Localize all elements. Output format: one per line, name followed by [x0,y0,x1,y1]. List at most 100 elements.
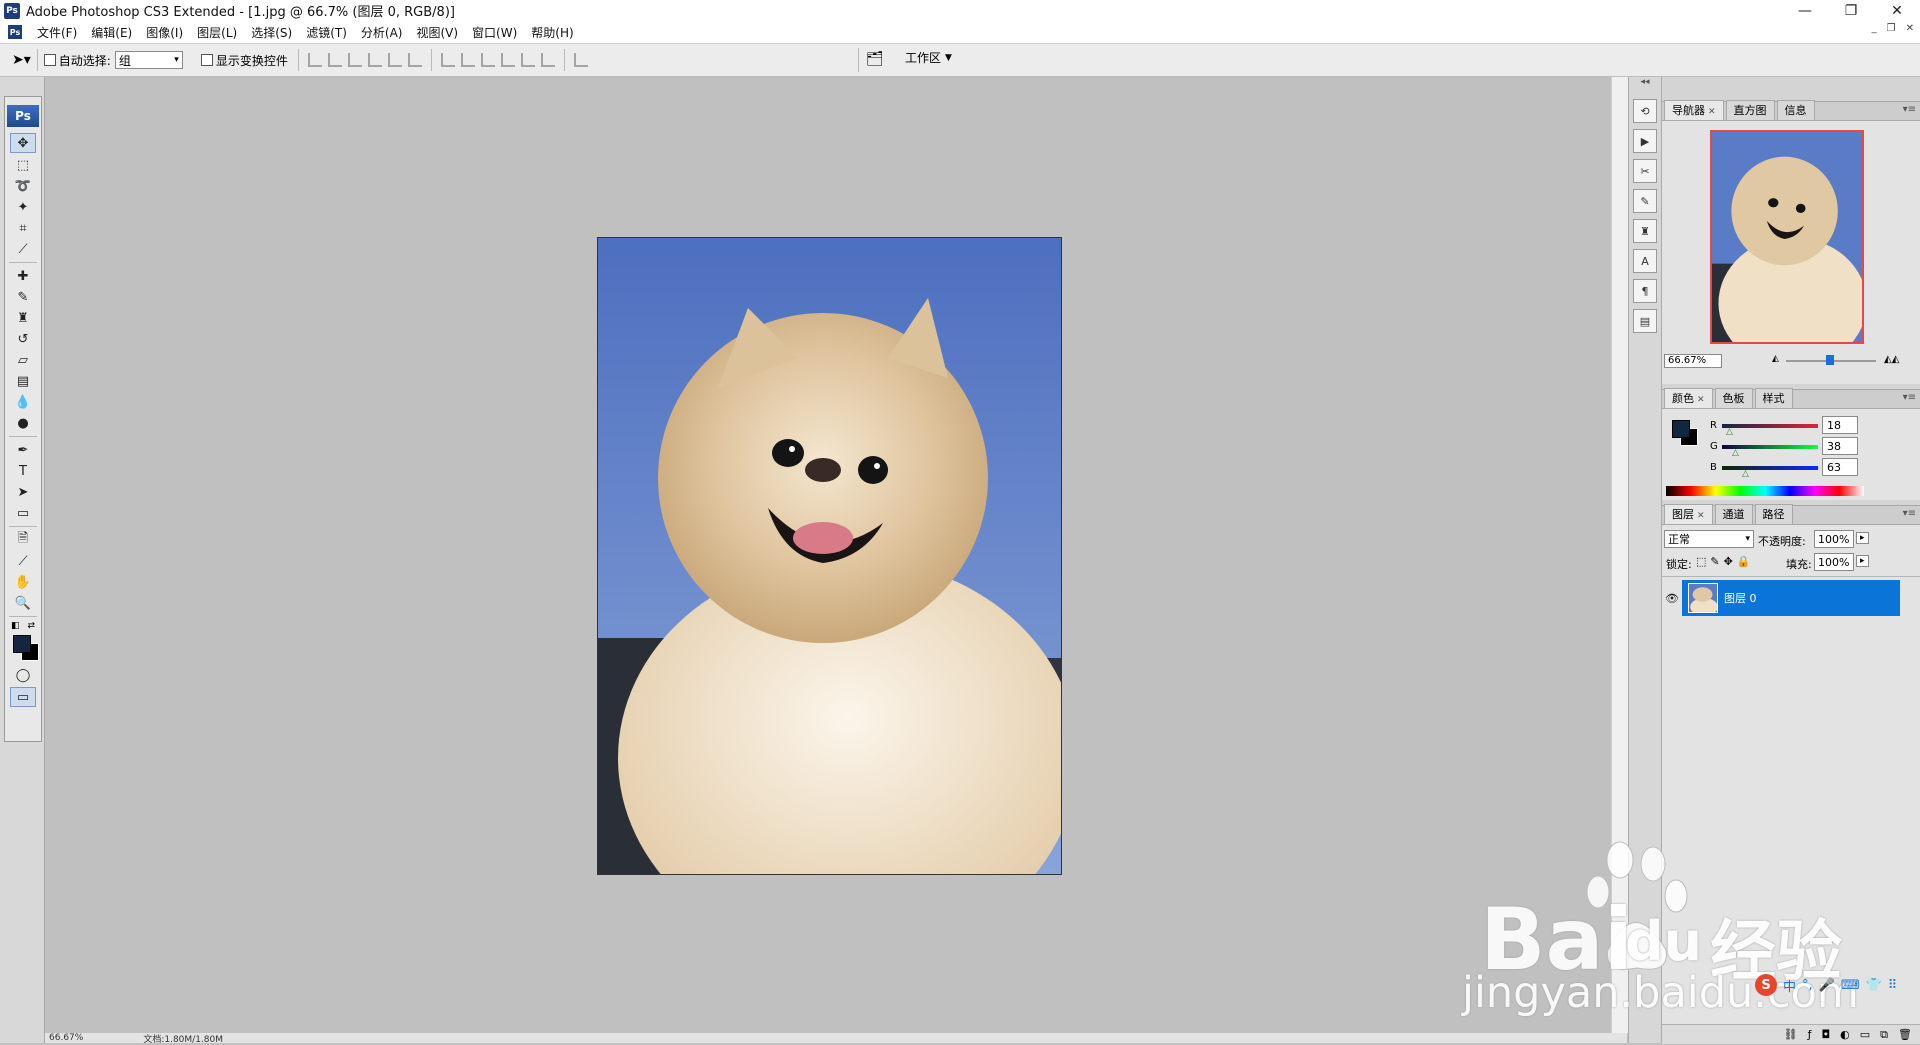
eye-icon[interactable]: 👁 [1662,580,1682,616]
zoom-slider-thumb[interactable] [1826,355,1834,365]
document-image-dog-photo[interactable] [597,237,1062,875]
foreground-color-swatch[interactable] [13,635,31,653]
fill-slider-toggle[interactable]: ▸ [1856,555,1869,567]
toolbox-icon[interactable]: ⠿ [1888,978,1898,993]
brush-tool-icon[interactable]: ✎ [11,288,35,306]
zoom-out-icon[interactable]: ◭ [1772,354,1779,364]
move-tool-icon[interactable]: ✥ [10,133,36,153]
opacity-slider-toggle[interactable]: ▸ [1856,532,1869,544]
align-hcenter-icon[interactable] [387,53,402,67]
ime-punctuation-icon[interactable]: °, [1802,978,1813,993]
align-left-icon[interactable] [367,53,382,67]
auto-align-icon[interactable] [573,53,588,67]
gradient-tool-icon[interactable]: ▤ [11,372,35,390]
shape-tool-icon[interactable]: ▭ [11,504,35,522]
screen-mode-icon[interactable]: ▭ [10,687,36,707]
eraser-tool-icon[interactable]: ▱ [11,351,35,369]
menu-analysis[interactable]: 分析(A) [354,24,410,41]
lock-icons[interactable]: ⬚✎✥🔒 [1696,555,1755,568]
tool-presets-icon[interactable]: ✂ [1633,159,1657,183]
menu-layer[interactable]: 图层(L) [190,24,244,41]
close-icon[interactable]: ✕ [1708,107,1716,117]
character-panel-icon[interactable]: A [1633,249,1657,273]
tab-paths[interactable]: 路径 [1754,504,1793,524]
clone-source-icon[interactable]: ♜ [1633,219,1657,243]
distribute-right-icon[interactable] [540,53,555,67]
marquee-tool-icon[interactable]: ⬚ [11,156,35,174]
history-panel-icon[interactable]: ⟲ [1633,99,1657,123]
menu-help[interactable]: 帮助(H) [524,24,580,41]
tab-navigator[interactable]: 导航器 ✕ [1664,100,1724,120]
clone-stamp-tool-icon[interactable]: ♜ [11,309,35,327]
close-icon[interactable]: ✕ [1697,395,1705,405]
magic-wand-tool-icon[interactable]: ✦ [11,198,35,216]
align-right-icon[interactable] [407,53,422,67]
auto-select-checkbox[interactable]: 自动选择: [43,52,111,69]
navigator-preview[interactable] [1710,130,1864,344]
doc-restore-button[interactable]: ❐ [1887,23,1896,34]
menu-select[interactable]: 选择(S) [244,24,299,41]
distribute-vcenter-icon[interactable] [460,53,475,67]
workspace-button[interactable]: 工作区 ▼ [905,49,952,66]
document-icon[interactable]: Ps [8,25,22,39]
menu-image[interactable]: 图像(I) [139,24,190,41]
align-bottom-icon[interactable] [347,53,362,67]
microphone-icon[interactable]: 🎤 [1819,978,1835,993]
slice-tool-icon[interactable]: ⟋ [11,240,35,258]
type-tool-icon[interactable]: T [11,462,35,480]
navigator-zoom-field[interactable]: 66.67% [1664,354,1722,368]
color-ramp[interactable] [1666,486,1864,496]
distribute-top-icon[interactable] [440,53,455,67]
blue-slider-thumb[interactable]: △ [1742,469,1749,479]
swap-colors-icon[interactable]: ⇄ [27,621,35,631]
red-slider-thumb[interactable]: △ [1726,427,1733,437]
close-button[interactable]: ✕ [1874,0,1920,21]
fill-input[interactable]: 100% [1814,553,1854,571]
blue-slider[interactable] [1722,466,1818,470]
menu-view[interactable]: 视图(V) [409,24,465,41]
healing-brush-tool-icon[interactable]: ✚ [11,267,35,285]
tab-styles[interactable]: 样式 [1754,388,1793,408]
blue-value-input[interactable]: 63 [1822,458,1858,476]
auto-select-dropdown[interactable]: 组 ▾ [114,51,183,69]
dodge-tool-icon[interactable]: ● [11,414,35,432]
menu-file[interactable]: 文件(F) [30,24,84,41]
align-top-icon[interactable] [307,53,322,67]
green-slider-thumb[interactable]: △ [1732,448,1739,458]
default-colors-icon[interactable]: ◧ [11,621,20,631]
distribute-left-icon[interactable] [500,53,515,67]
distribute-bottom-icon[interactable] [480,53,495,67]
bridge-icon[interactable]: 🗂 [866,51,884,67]
distribute-hcenter-icon[interactable] [520,53,535,67]
align-vcenter-icon[interactable] [327,53,342,67]
lasso-tool-icon[interactable]: ➰ [11,177,35,195]
close-icon[interactable]: ✕ [1697,511,1705,521]
paragraph-panel-icon[interactable]: ¶ [1633,279,1657,303]
opacity-input[interactable]: 100% [1814,530,1854,548]
actions-panel-icon[interactable]: ▶ [1633,129,1657,153]
tab-swatches[interactable]: 色板 [1714,388,1753,408]
foreground-color-swatch[interactable] [1672,420,1690,438]
red-slider[interactable] [1722,424,1818,428]
quick-mask-icon[interactable]: ◯ [11,666,35,684]
doc-close-button[interactable]: ✕ [1906,23,1914,34]
panel-menu-icon[interactable]: ▾≡ [1903,508,1916,519]
panel-menu-icon[interactable]: ▾≡ [1903,104,1916,115]
history-brush-tool-icon[interactable]: ↺ [11,330,35,348]
brushes-panel-icon[interactable]: ✎ [1633,189,1657,213]
status-zoom[interactable]: 66.67% [49,1033,83,1043]
pen-tool-icon[interactable]: ✒ [11,441,35,459]
move-tool-preset-icon[interactable]: ➤▾ [12,52,31,68]
tab-channels[interactable]: 通道 [1714,504,1753,524]
red-value-input[interactable]: 18 [1822,416,1858,434]
show-transform-checkbox[interactable]: 显示变换控件 [200,52,288,69]
minimize-button[interactable]: — [1782,0,1828,21]
crop-tool-icon[interactable]: ⌗ [11,219,35,237]
menu-edit[interactable]: 编辑(E) [84,24,139,41]
keyboard-icon[interactable]: ⌨ [1841,978,1860,993]
zoom-in-icon[interactable]: ◭◭ [1884,354,1899,365]
zoom-tool-icon[interactable]: 🔍 [11,594,35,612]
tab-layers[interactable]: 图层 ✕ [1664,504,1713,524]
menu-window[interactable]: 窗口(W) [465,24,524,41]
hand-tool-icon[interactable]: ✋ [11,573,35,591]
